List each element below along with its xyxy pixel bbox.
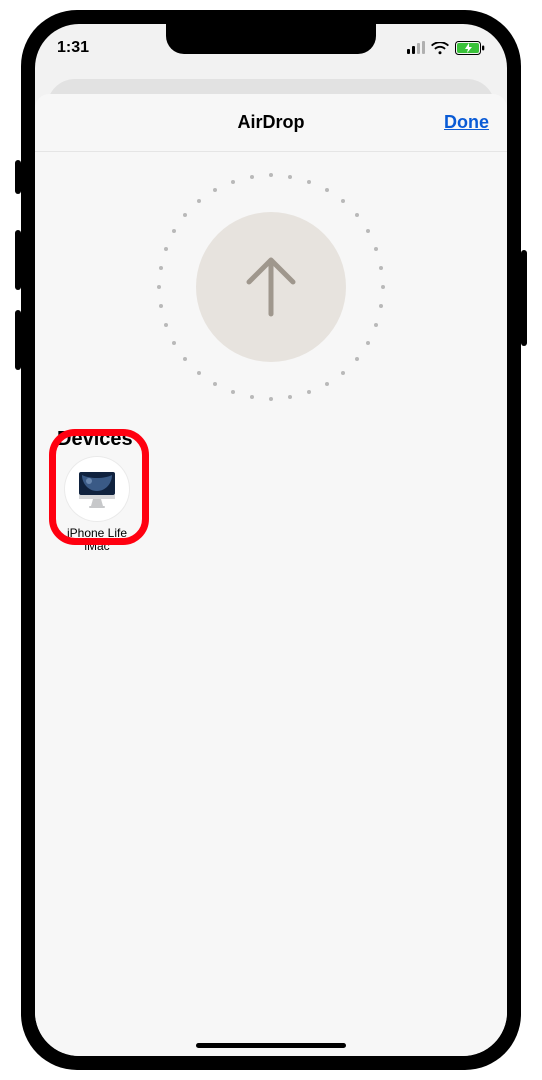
volume-down-button <box>15 310 21 370</box>
imac-icon <box>76 469 118 509</box>
devices-section-title: Devices <box>35 428 507 451</box>
status-right <box>407 41 485 55</box>
airdrop-radar <box>35 152 507 422</box>
radar-circle <box>196 212 346 362</box>
power-button <box>521 250 527 346</box>
phone-frame: 1:31 AirDrop Done <box>21 10 521 1070</box>
mute-switch <box>15 160 21 194</box>
device-item[interactable]: iPhone Life iMac <box>53 457 141 553</box>
cellular-signal-icon <box>407 42 425 54</box>
battery-charging-icon <box>455 41 485 55</box>
wifi-icon <box>431 42 449 55</box>
phone-screen: 1:31 AirDrop Done <box>35 24 507 1056</box>
device-label: iPhone Life iMac <box>53 527 141 553</box>
sheet-header: AirDrop Done <box>35 94 507 152</box>
sheet-title: AirDrop <box>238 112 305 133</box>
done-button[interactable]: Done <box>444 94 489 151</box>
home-indicator[interactable] <box>196 1043 346 1048</box>
status-time: 1:31 <box>57 39 89 57</box>
devices-row: iPhone Life iMac <box>35 451 507 559</box>
volume-up-button <box>15 230 21 290</box>
device-avatar <box>65 457 129 521</box>
notch <box>166 24 376 54</box>
arrow-up-icon <box>241 254 301 320</box>
airdrop-sheet: AirDrop Done Devices <box>35 94 507 1056</box>
